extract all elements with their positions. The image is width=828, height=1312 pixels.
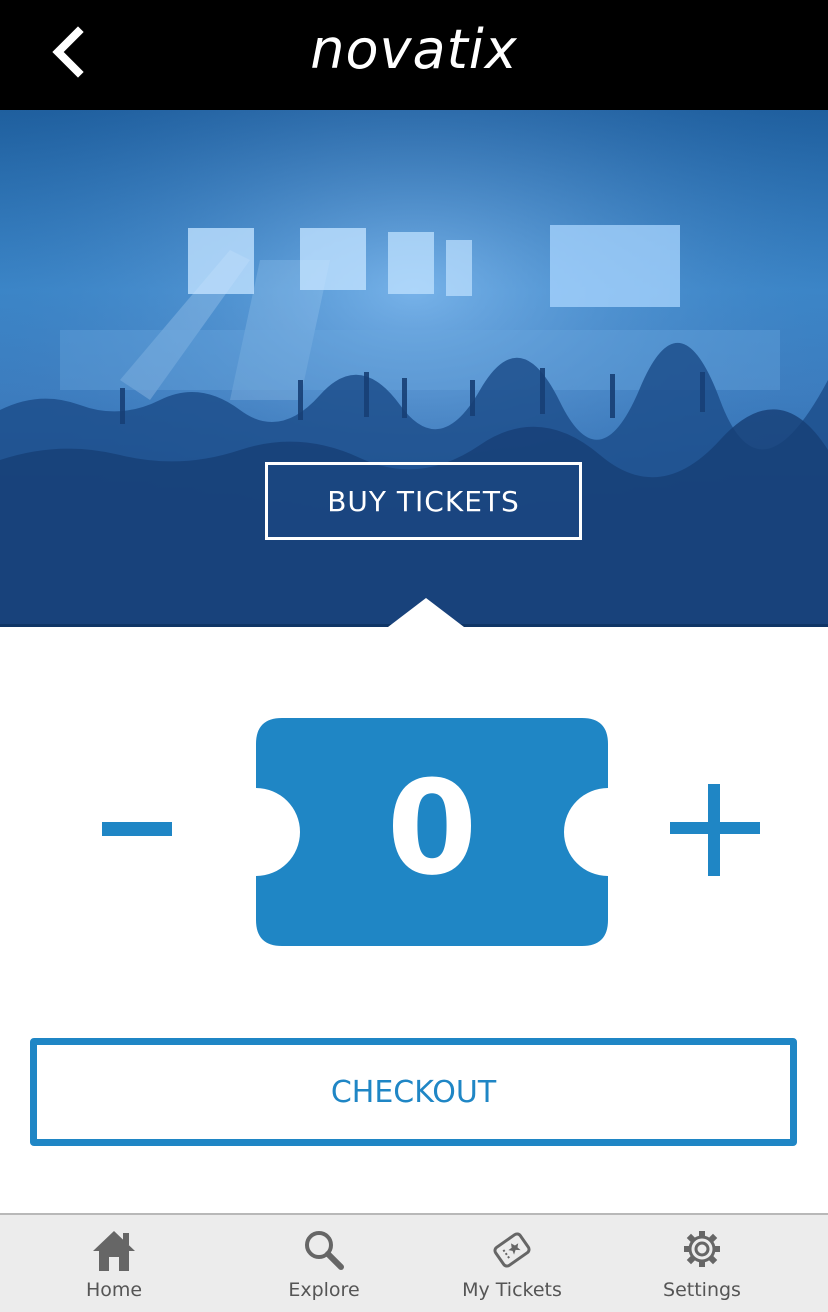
- concert-crowd-image: [0, 110, 828, 626]
- increment-button[interactable]: [664, 780, 764, 880]
- bottom-navigation: Home Explore My Tickets Settings: [0, 1213, 828, 1312]
- nav-item-my-tickets[interactable]: My Tickets: [422, 1215, 602, 1312]
- plus-icon: [670, 784, 760, 876]
- minus-icon: [102, 822, 172, 836]
- nav-item-explore[interactable]: Explore: [234, 1215, 414, 1312]
- decrement-button[interactable]: [100, 790, 176, 866]
- nav-label-settings: Settings: [663, 1279, 741, 1301]
- ticket-tag-icon: [493, 1232, 531, 1268]
- nav-label-explore: Explore: [288, 1279, 360, 1301]
- nav-label-home: Home: [85, 1279, 143, 1301]
- app-logo: novatix: [310, 18, 518, 81]
- buy-tickets-button[interactable]: BUY TICKETS: [265, 462, 582, 540]
- nav-item-settings[interactable]: Settings: [612, 1215, 792, 1312]
- pointer-notch: [388, 598, 464, 627]
- ticket-quantity: 0: [386, 752, 478, 904]
- nav-item-home[interactable]: Home: [24, 1215, 204, 1312]
- search-icon: [305, 1231, 344, 1270]
- event-hero-image: BUY TICKETS: [0, 110, 828, 626]
- gear-icon: [684, 1231, 720, 1267]
- app-header: novatix: [0, 0, 828, 110]
- nav-label-my-tickets: My Tickets: [462, 1279, 562, 1301]
- checkout-button[interactable]: CHECKOUT: [30, 1038, 797, 1146]
- home-icon: [93, 1231, 135, 1271]
